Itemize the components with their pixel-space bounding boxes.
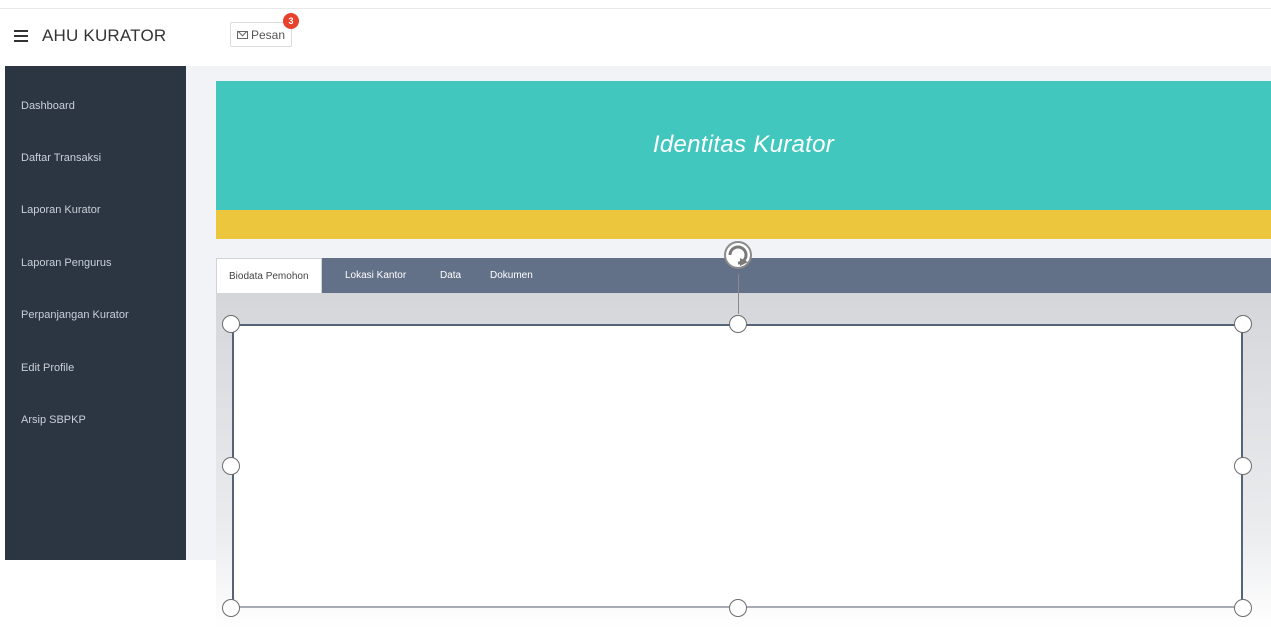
resize-handle-top[interactable] <box>729 315 747 333</box>
rotate-icon[interactable] <box>718 234 760 276</box>
sidebar-item-arsip-sbpkp[interactable]: Arsip SBPKP <box>5 382 186 434</box>
rotate-connector <box>738 274 739 314</box>
selected-content-box[interactable] <box>232 324 1243 608</box>
resize-handle-bottom-left[interactable] <box>222 599 240 617</box>
envelope-icon <box>237 30 248 39</box>
resize-handle-left[interactable] <box>222 457 240 475</box>
sidebar-item-laporan-kurator[interactable]: Laporan Kurator <box>5 172 186 224</box>
tab-data[interactable]: Data <box>440 258 461 293</box>
sidebar-item-daftar-transaksi[interactable]: Daftar Transaksi <box>5 120 186 172</box>
tab-lokasi-kantor[interactable]: Lokasi Kantor <box>345 258 406 293</box>
sidebar-item-laporan-pengurus[interactable]: Laporan Pengurus <box>5 225 186 277</box>
messages-count-badge: 3 <box>283 13 300 29</box>
app-title: AHU KURATOR <box>42 26 167 45</box>
hamburger-icon[interactable] <box>14 30 28 42</box>
top-header: AHU KURATOR Pesan 3 <box>0 12 1271 66</box>
hero-banner: Identitas Kurator <box>216 81 1271 210</box>
brand: AHU KURATOR <box>14 26 166 46</box>
resize-handle-bottom-right[interactable] <box>1234 599 1252 617</box>
messages-label: Pesan <box>251 27 286 42</box>
messages-button[interactable]: Pesan 3 <box>230 13 300 47</box>
tab-biodata-pemohon[interactable]: Biodata Pemohon <box>216 258 322 293</box>
sidebar-item-edit-profile[interactable]: Edit Profile <box>5 330 186 382</box>
top-divider <box>0 8 1271 9</box>
resize-handle-top-left[interactable] <box>222 315 240 333</box>
page-title: Identitas Kurator <box>652 131 835 158</box>
sidebar-item-perpanjangan-kurator[interactable]: Perpanjangan Kurator <box>5 277 186 329</box>
sidebar: Dashboard Daftar Transaksi Laporan Kurat… <box>5 66 186 560</box>
tab-dokumen[interactable]: Dokumen <box>490 258 533 293</box>
resize-handle-right[interactable] <box>1234 457 1252 475</box>
resize-handle-top-right[interactable] <box>1234 315 1252 333</box>
resize-handle-bottom[interactable] <box>729 599 747 617</box>
sidebar-item-dashboard[interactable]: Dashboard <box>5 66 186 120</box>
